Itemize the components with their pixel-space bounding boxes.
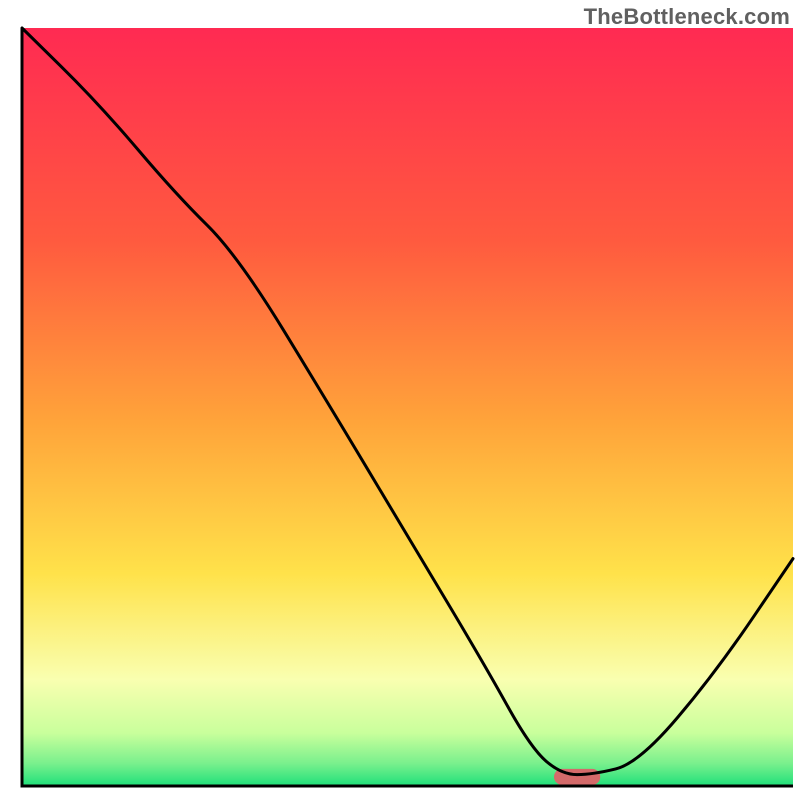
gradient-background xyxy=(22,28,793,786)
watermark-text: TheBottleneck.com xyxy=(584,4,790,30)
bottleneck-chart xyxy=(0,0,800,800)
chart-container: TheBottleneck.com xyxy=(0,0,800,800)
